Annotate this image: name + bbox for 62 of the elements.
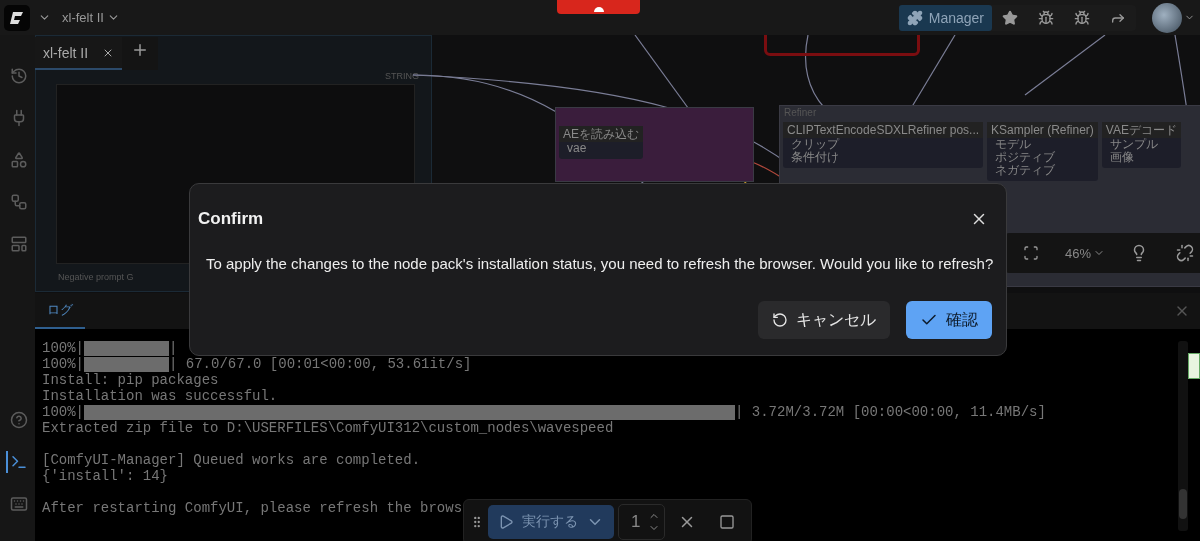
manager-button[interactable]: Manager [898, 4, 992, 31]
graph-node[interactable]: VAEデコード サンプル 画像 [1101, 122, 1181, 168]
log-line: {'install': 14} [42, 468, 169, 484]
output-label: STRING [385, 71, 419, 81]
zoom-menu[interactable]: 46% [1059, 244, 1112, 262]
bug-icon [1074, 9, 1090, 26]
cancel-button[interactable]: キャンセル [758, 301, 890, 339]
log-line: Extracted zip file to D:\USERFILES\ComfyUI312\custom_nodes\wavespeed [42, 420, 614, 436]
node-title: AEを読み込む [559, 126, 643, 142]
log-text: 100%| [42, 356, 84, 372]
log-text: 100%| [42, 340, 84, 356]
batch-count-field[interactable]: 1 [618, 504, 666, 540]
log-text: | 67.0/67.0 [00:01<00:00, 53.61it/s] [169, 356, 472, 372]
terminal-icon [9, 453, 28, 471]
graph-node[interactable]: KSampler (Refiner) モデル ポジティブ ネガティブ [987, 122, 1098, 181]
log-text: | 3.72M/3.72M [00:00<00:00, 11.4MB/s] [735, 404, 1046, 420]
node-slot: ポジティブ [987, 151, 1064, 164]
node-title: KSampler (Refiner) [987, 122, 1098, 138]
status-tab[interactable] [557, 0, 640, 14]
node-title: Negative prompt G [58, 272, 134, 282]
graph-node[interactable]: AEを読み込む vae [559, 126, 643, 159]
star-icon [1002, 9, 1018, 26]
node-slot: サンプル [1101, 138, 1166, 151]
log-tab[interactable]: ログ [35, 293, 85, 329]
node-slot: クリップ [783, 138, 847, 151]
arc-icon [593, 7, 604, 12]
log-line: [ComfyUI-Manager] Queued works are completed. [42, 452, 421, 468]
node-slot: モデル [987, 138, 1040, 151]
node-slot: 条件付け [783, 151, 847, 164]
bug-icon [1038, 9, 1054, 26]
dialog-title: Confirm [198, 209, 264, 229]
node-title: CLIPTextEncodeSDXLRefiner pos... [783, 122, 984, 138]
logo-icon[interactable] [4, 4, 30, 31]
fit-view-icon [1023, 245, 1039, 261]
node-slot: ネガティブ [987, 164, 1064, 177]
log-line: Install: pip packages [42, 372, 219, 388]
scrollbar[interactable] [1178, 341, 1188, 531]
templates-icon [9, 235, 28, 253]
history-icon [9, 67, 28, 85]
log-line: After restarting ComfyUI, please refresh the brows [42, 500, 463, 516]
node-slot: 画像 [1101, 151, 1142, 164]
unlink-icon [1176, 244, 1195, 262]
avatar[interactable] [1152, 2, 1182, 33]
help-icon [9, 411, 28, 429]
node-title: VAEデコード [1101, 122, 1181, 138]
square-icon [719, 514, 736, 530]
play-icon [498, 514, 514, 530]
dialog-message: To apply the changes to the node pack's installation status, you need to refresh the browser. Would you like to refresh? [206, 254, 994, 273]
log-line: Installation was successful. [42, 388, 278, 404]
log-text: 100%| [42, 404, 84, 420]
confirm-button[interactable]: 確認 [906, 301, 992, 339]
undo-icon [772, 312, 788, 328]
extension-icon[interactable] [1188, 353, 1200, 379]
node-slot: vae [559, 142, 595, 155]
puzzle-icon [906, 9, 923, 26]
workflow-menu[interactable]: xl-felt II [58, 8, 124, 27]
models-icon [9, 151, 28, 169]
graph-node[interactable]: CLIPTextEncodeSDXLRefiner pos... クリップ 条件付け [783, 122, 984, 168]
keyboard-icon [9, 495, 28, 513]
run-button[interactable]: 実行する [488, 505, 614, 539]
log-text: | [169, 340, 178, 356]
workflows-icon [9, 193, 28, 211]
